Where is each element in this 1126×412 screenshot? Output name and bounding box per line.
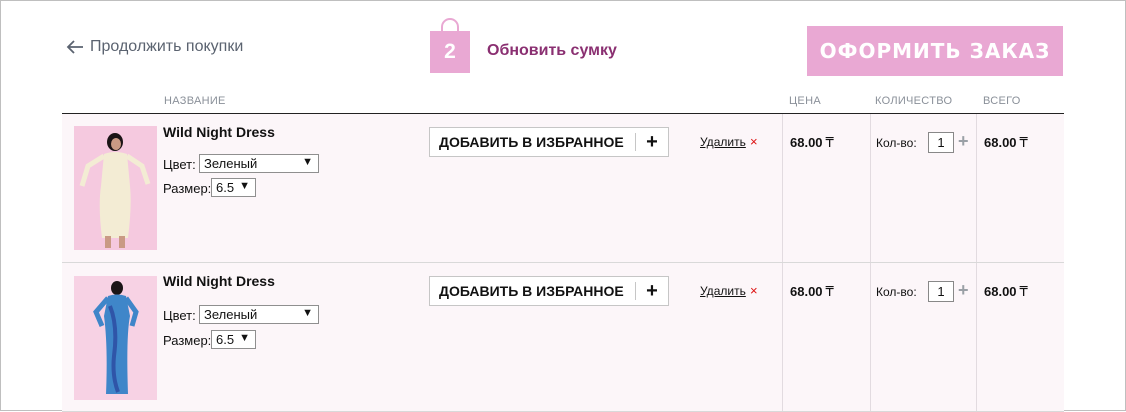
column-divider — [870, 114, 871, 262]
column-divider — [782, 114, 783, 262]
currency-symbol: ₸ — [825, 135, 834, 150]
column-header-name: НАЗВАНИЕ — [164, 95, 226, 107]
caret-down-icon: ▼ — [302, 156, 313, 168]
product-photo[interactable] — [74, 126, 157, 250]
column-divider — [976, 263, 977, 411]
quantity-plus-icon[interactable]: + — [958, 131, 969, 152]
add-to-favorites-label: ДОБАВИТЬ В ИЗБРАННОЕ — [439, 134, 624, 150]
currency-symbol: ₸ — [1019, 135, 1028, 150]
cart-row: Wild Night Dress Цвет: Зеленый ▼ Размер:… — [62, 114, 1064, 263]
color-select[interactable]: Зеленый ▼ — [199, 154, 319, 173]
size-select-value: 6.5 — [216, 180, 235, 195]
checkout-button[interactable]: ОФОРМИТЬ ЗАКАЗ — [807, 26, 1063, 76]
column-header-total: ВСЕГО — [983, 95, 1021, 107]
item-price: 68.00 ₸ — [790, 135, 834, 151]
quantity-input[interactable]: 1 — [928, 281, 954, 302]
item-total: 68.00 ₸ — [984, 284, 1028, 300]
add-to-favorites-label: ДОБАВИТЬ В ИЗБРАННОЕ — [439, 283, 624, 299]
shopping-bag[interactable]: 2 — [430, 18, 470, 73]
size-select-value: 6.5 — [216, 332, 235, 347]
column-header-qty: КОЛИЧЕСТВО — [875, 95, 953, 107]
product-name: Wild Night Dress — [163, 273, 275, 289]
quantity-input[interactable]: 1 — [928, 132, 954, 153]
cart-row: Wild Night Dress Цвет: Зеленый ▼ Размер:… — [62, 263, 1064, 412]
remove-x-icon[interactable]: × — [750, 134, 758, 149]
product-name: Wild Night Dress — [163, 124, 275, 140]
remove-x-icon[interactable]: × — [750, 283, 758, 298]
currency-symbol: ₸ — [1019, 284, 1028, 299]
quantity-label: Кол-во: — [876, 285, 917, 299]
color-label: Цвет: — [163, 157, 196, 172]
remove-link[interactable]: Удалить — [700, 284, 746, 298]
quantity-label: Кол-во: — [876, 136, 917, 150]
caret-down-icon: ▼ — [239, 180, 250, 192]
item-total: 68.00 ₸ — [984, 135, 1028, 151]
quantity-plus-icon[interactable]: + — [958, 280, 969, 301]
update-bag-link[interactable]: Обновить сумку — [487, 42, 617, 60]
column-divider — [976, 114, 977, 262]
caret-down-icon: ▼ — [239, 332, 250, 344]
column-divider — [870, 263, 871, 411]
add-to-favorites-button[interactable]: ДОБАВИТЬ В ИЗБРАННОЕ + — [429, 127, 669, 157]
item-price-value: 68.00 — [790, 284, 823, 299]
color-select-value: Зеленый — [204, 156, 258, 171]
bag-count: 2 — [444, 40, 456, 63]
item-price: 68.00 ₸ — [790, 284, 834, 300]
column-divider — [782, 263, 783, 411]
color-select-value: Зеленый — [204, 307, 258, 322]
size-label: Размер: — [163, 333, 212, 348]
plus-icon: + — [646, 130, 658, 153]
currency-symbol: ₸ — [825, 284, 834, 299]
caret-down-icon: ▼ — [302, 307, 313, 319]
remove-link[interactable]: Удалить — [700, 135, 746, 149]
continue-shopping-link[interactable]: Продолжить покупки — [66, 38, 243, 56]
plus-icon: + — [646, 279, 658, 302]
item-total-value: 68.00 — [984, 135, 1017, 150]
arrow-left-icon — [66, 40, 83, 54]
item-total-value: 68.00 — [984, 284, 1017, 299]
color-select[interactable]: Зеленый ▼ — [199, 305, 319, 324]
color-label: Цвет: — [163, 308, 196, 323]
product-photo[interactable] — [74, 276, 157, 400]
add-to-favorites-button[interactable]: ДОБАВИТЬ В ИЗБРАННОЕ + — [429, 276, 669, 306]
size-select[interactable]: 6.5 ▼ — [211, 330, 256, 349]
size-label: Размер: — [163, 181, 212, 196]
column-header-price: ЦЕНА — [789, 95, 821, 107]
continue-shopping-label: Продолжить покупки — [90, 38, 244, 55]
item-price-value: 68.00 — [790, 135, 823, 150]
size-select[interactable]: 6.5 ▼ — [211, 178, 256, 197]
